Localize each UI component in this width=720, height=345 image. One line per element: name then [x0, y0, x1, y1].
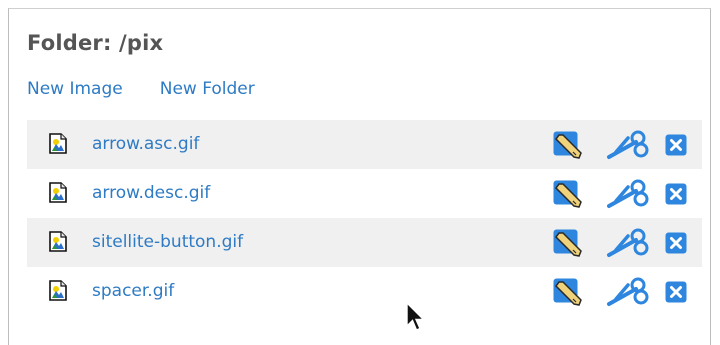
file-name-link[interactable]: arrow.asc.gif: [92, 132, 199, 156]
image-file-icon: [49, 280, 67, 301]
new-image-link[interactable]: New Image: [27, 77, 123, 101]
file-name-link[interactable]: arrow.desc.gif: [92, 181, 210, 205]
file-row: sitellite-button.gif: [27, 218, 702, 267]
edit-icon[interactable]: [553, 278, 583, 306]
file-name-link[interactable]: sitellite-button.gif: [92, 230, 243, 254]
file-name-link[interactable]: spacer.gif: [92, 279, 174, 303]
new-folder-link[interactable]: New Folder: [160, 77, 255, 101]
image-file-icon: [49, 231, 67, 252]
mouse-pointer-icon: [406, 302, 426, 331]
delete-icon[interactable]: [665, 281, 687, 303]
folder-title: Folder: /pix: [27, 31, 164, 55]
cut-icon[interactable]: [606, 130, 650, 160]
row-actions: [553, 130, 695, 160]
delete-icon[interactable]: [665, 232, 687, 254]
image-file-icon: [49, 182, 67, 203]
row-actions: [553, 277, 695, 307]
delete-icon[interactable]: [665, 134, 687, 156]
file-list: arrow.asc.gif arrow.desc.gif sitellite-b…: [27, 120, 702, 316]
image-file-icon: [49, 133, 67, 154]
edit-icon[interactable]: [553, 131, 583, 159]
cut-icon[interactable]: [606, 277, 650, 307]
cut-icon[interactable]: [606, 179, 650, 209]
folder-panel: Folder: /pix New Image New Folder arrow.…: [8, 8, 711, 345]
file-row: arrow.asc.gif: [27, 120, 702, 169]
delete-icon[interactable]: [665, 183, 687, 205]
cut-icon[interactable]: [606, 228, 650, 258]
folder-actions: New Image New Folder: [27, 77, 255, 101]
row-actions: [553, 228, 695, 258]
edit-icon[interactable]: [553, 229, 583, 257]
file-row: arrow.desc.gif: [27, 169, 702, 218]
row-actions: [553, 179, 695, 209]
file-row: spacer.gif: [27, 267, 702, 316]
edit-icon[interactable]: [553, 180, 583, 208]
